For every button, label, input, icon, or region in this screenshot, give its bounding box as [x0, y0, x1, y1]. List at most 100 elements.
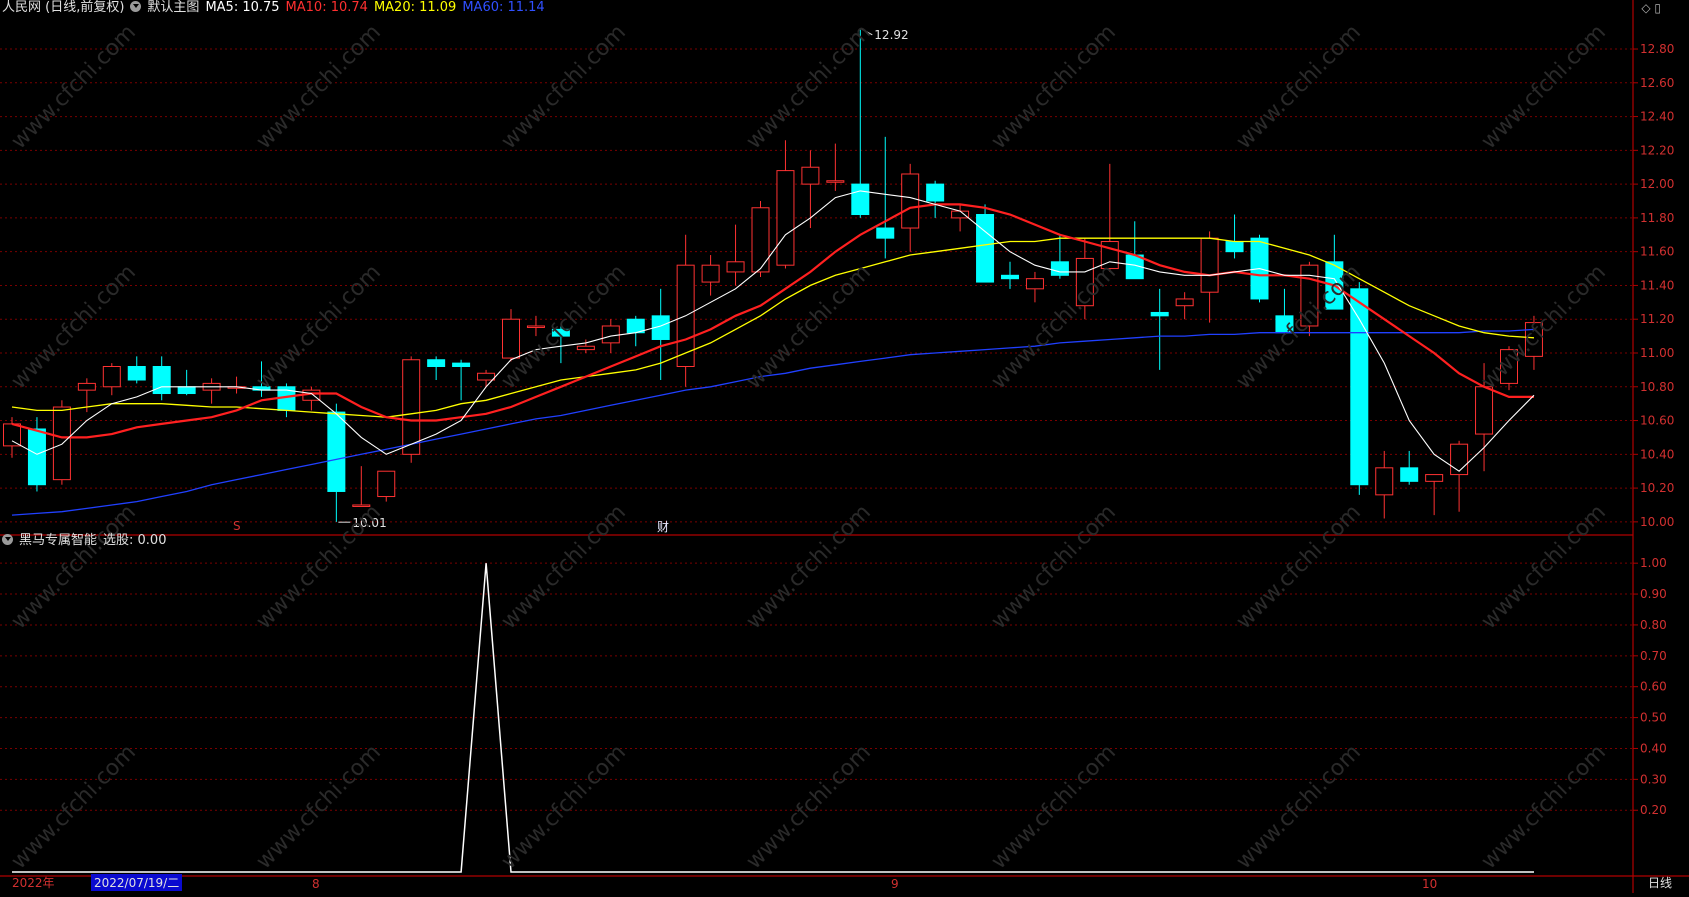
candle [202, 378, 221, 404]
candle-body [576, 345, 595, 351]
candle-body [377, 470, 396, 498]
candle-body [851, 183, 870, 216]
candle [751, 201, 770, 277]
candle-body [3, 423, 21, 447]
candle [1150, 288, 1169, 370]
candle-body [701, 264, 720, 283]
watermark: www.cfchi.com [1232, 500, 1366, 634]
month-9-label: 9 [891, 877, 899, 891]
candle-body [1150, 311, 1169, 317]
watermark: www.cfchi.com [1477, 500, 1611, 634]
candle-body [726, 261, 745, 273]
price-tick-label: 11.80 [1640, 211, 1674, 225]
candle-body [951, 210, 970, 219]
window-icon[interactable]: ▯ [1654, 1, 1661, 15]
candle-body [427, 359, 446, 368]
candle-body [1475, 386, 1494, 435]
stock-title: 人民网 (日线,前复权) [2, 0, 125, 15]
candle [1001, 261, 1019, 289]
candle-body [1375, 467, 1394, 496]
watermark: www.cfchi.com [497, 20, 631, 154]
candle-body [402, 359, 421, 455]
candle-body [1400, 467, 1419, 482]
watermark: www.cfchi.com [1477, 740, 1611, 874]
candle-body [1025, 278, 1044, 290]
candle [801, 150, 820, 229]
candle [976, 204, 995, 283]
watermark: www.cfchi.com [987, 260, 1121, 394]
candle [951, 204, 970, 232]
candle [676, 234, 695, 387]
candle-body [1175, 298, 1194, 307]
candle [1025, 271, 1044, 303]
candle-body [1001, 274, 1019, 280]
cai-marker: 财 [657, 520, 670, 534]
candle [1375, 450, 1394, 519]
watermark: www.cfchi.com [252, 260, 386, 394]
sub-tick-label: 0.80 [1640, 618, 1667, 632]
year-label: 2022年 [12, 876, 55, 890]
candle-body [901, 173, 920, 229]
price-tick-label: 11.00 [1640, 346, 1674, 360]
month-10-label: 10 [1422, 877, 1438, 891]
candle-body [502, 318, 520, 359]
main-chart-header: 人民网 (日线,前复权) 默认主图 MA5: 10.75 MA10: 10.74 MA2… [2, 0, 551, 16]
candle-body [1450, 443, 1469, 476]
candle [477, 369, 496, 387]
candle [1350, 282, 1369, 495]
candle-body [102, 366, 121, 388]
price-tick-label: 12.80 [1640, 42, 1674, 56]
candle-body [52, 406, 71, 481]
candle [1175, 292, 1194, 320]
price-tick-label: 10.00 [1640, 515, 1674, 529]
candle-body [1200, 237, 1219, 293]
candle [427, 356, 446, 381]
watermark: www.cfchi.com [987, 500, 1121, 634]
indicator-name[interactable]: 黑马专属智能 [19, 533, 97, 548]
candle [177, 369, 196, 396]
diamond-icon[interactable]: ◇ [1641, 1, 1650, 15]
candle-body [127, 366, 146, 381]
watermark: www.cfchi.com [497, 500, 631, 634]
chart-svg[interactable]: 12.80 12.60 12.40 12.20 12.00 11.80 11.60 11.40… [0, 0, 1689, 893]
watermark: www.cfchi.com [7, 500, 141, 634]
candle [152, 356, 171, 401]
candle [1450, 440, 1469, 512]
watermark: www.cfchi.com [252, 20, 386, 154]
period-label[interactable]: 日线 [1648, 874, 1672, 891]
kline-chart-canvas[interactable]: 12.80 12.60 12.40 12.20 12.00 11.80 11.60 11.40… [0, 0, 1689, 893]
candle [926, 180, 945, 218]
candle [277, 383, 296, 418]
watermark: www.cfchi.com [1477, 20, 1611, 154]
price-tick-label: 12.40 [1640, 110, 1674, 124]
price-tick-label: 11.60 [1640, 245, 1674, 259]
candle-body [452, 362, 471, 368]
s-marker: S [233, 519, 241, 533]
candle [102, 363, 121, 396]
candle [776, 140, 795, 269]
candle-body [1425, 474, 1444, 482]
watermark: www.cfchi.com [497, 740, 631, 874]
price-tick-label: 10.80 [1640, 380, 1674, 394]
watermark: www.cfchi.com [742, 260, 876, 394]
candle [726, 224, 745, 286]
sub-chart-header: 黑马专属智能 选股: 0.00 [2, 533, 172, 549]
window-controls: ◇ ▯ [1641, 1, 1661, 15]
watermark: www.cfchi.com [252, 500, 386, 634]
candle [1400, 450, 1419, 485]
candle [127, 356, 146, 384]
ma10-legend: MA10: 10.74 [285, 0, 368, 15]
price-tick-label: 12.20 [1640, 143, 1674, 157]
template-dropdown-icon[interactable] [130, 1, 142, 12]
candle-body [876, 227, 895, 239]
candle [1125, 221, 1144, 280]
candle-body [27, 428, 46, 486]
sub-tick-label: 0.40 [1640, 741, 1667, 755]
template-name[interactable]: 默认主图 [147, 0, 199, 15]
indicator-dropdown-icon[interactable] [2, 534, 13, 545]
watermark: www.cfchi.com [252, 740, 386, 874]
candle-body [77, 382, 96, 391]
sub-tick-label: 0.20 [1640, 803, 1667, 817]
candle [227, 376, 246, 394]
price-tick-label: 10.40 [1640, 447, 1674, 461]
